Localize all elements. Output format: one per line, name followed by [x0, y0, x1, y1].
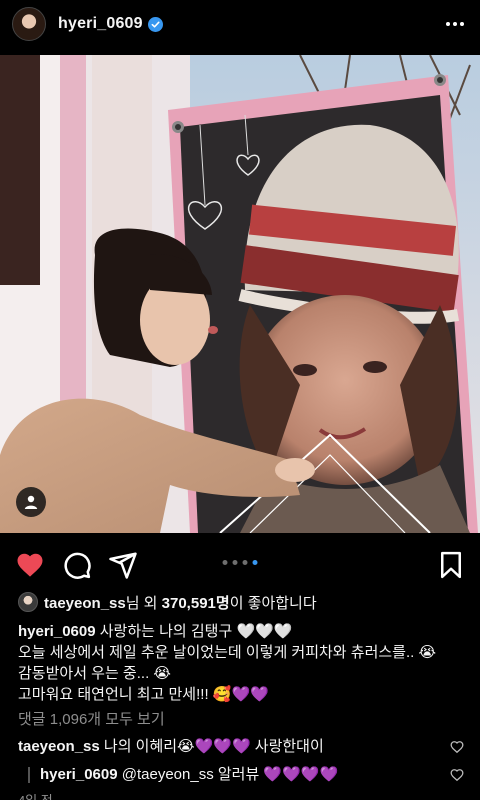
- likes-count[interactable]: 370,591명: [162, 595, 230, 612]
- carousel-dot: [242, 560, 248, 565]
- author-username[interactable]: hyeri_0609: [58, 15, 143, 33]
- more-options-icon[interactable]: [442, 14, 468, 34]
- reply-row: hyeri_0609 @taeyeon_ss 알러뷰 💜💜💜💜: [40, 765, 338, 785]
- caption-text-1: 사랑하는 나의 김탱구 🤍🤍🤍: [99, 623, 293, 640]
- author-avatar[interactable]: [12, 7, 46, 41]
- liker-avatar: [18, 592, 38, 612]
- comment-text: 나의 이혜리😭💜💜💜 사랑한대이: [103, 738, 324, 755]
- share-send-icon[interactable]: [108, 550, 138, 580]
- comment-icon[interactable]: [62, 550, 92, 580]
- post-timestamp: 4일 전: [18, 791, 53, 800]
- action-bar: [0, 544, 480, 584]
- likes-summary[interactable]: taeyeon_ss님 외 370,591명이 좋아합니다: [18, 592, 317, 614]
- comment-author[interactable]: taeyeon_ss: [18, 738, 100, 755]
- comment-row: taeyeon_ss 나의 이혜리😭💜💜💜 사랑한대이: [18, 737, 324, 757]
- likes-suffix-post: 이 좋아합니다: [229, 595, 317, 612]
- verified-badge-icon: [147, 16, 163, 32]
- tagged-user-icon[interactable]: [16, 487, 46, 517]
- caption-text-4: 고마워요 태연언니 최고 만세!!! 🥰💜💜: [18, 686, 269, 703]
- post-header: hyeri_0609: [0, 0, 480, 48]
- carousel-indicator: [222, 560, 258, 565]
- reply-thread-line: [28, 767, 30, 783]
- caption-line-1: hyeri_0609 사랑하는 나의 김탱구 🤍🤍🤍: [18, 622, 292, 642]
- view-all-comments-link[interactable]: 댓글 1,096개 모두 보기: [18, 710, 165, 730]
- likes-suffix-pre: 님 외: [125, 595, 162, 612]
- reply-like-heart-icon[interactable]: [450, 768, 464, 782]
- like-heart-icon[interactable]: [15, 550, 45, 580]
- comment-like-heart-icon[interactable]: [450, 740, 464, 754]
- caption-text-2: 오늘 세상에서 제일 추운 날이었는데 이렇게 커피차와 츄러스를.. 😭: [18, 644, 437, 661]
- bookmark-icon[interactable]: [436, 550, 466, 580]
- caption-text-3: 감동받아서 우는 중... 😭: [18, 665, 171, 682]
- post-photo[interactable]: [0, 55, 480, 533]
- carousel-dot-active: [252, 560, 258, 565]
- reply-author[interactable]: hyeri_0609: [40, 766, 118, 783]
- carousel-dot: [232, 560, 238, 565]
- reply-text: @taeyeon_ss 알러뷰 💜💜💜💜: [121, 766, 339, 783]
- carousel-dot: [222, 560, 228, 565]
- caption-author[interactable]: hyeri_0609: [18, 623, 96, 640]
- liker-username[interactable]: taeyeon_ss: [44, 595, 126, 612]
